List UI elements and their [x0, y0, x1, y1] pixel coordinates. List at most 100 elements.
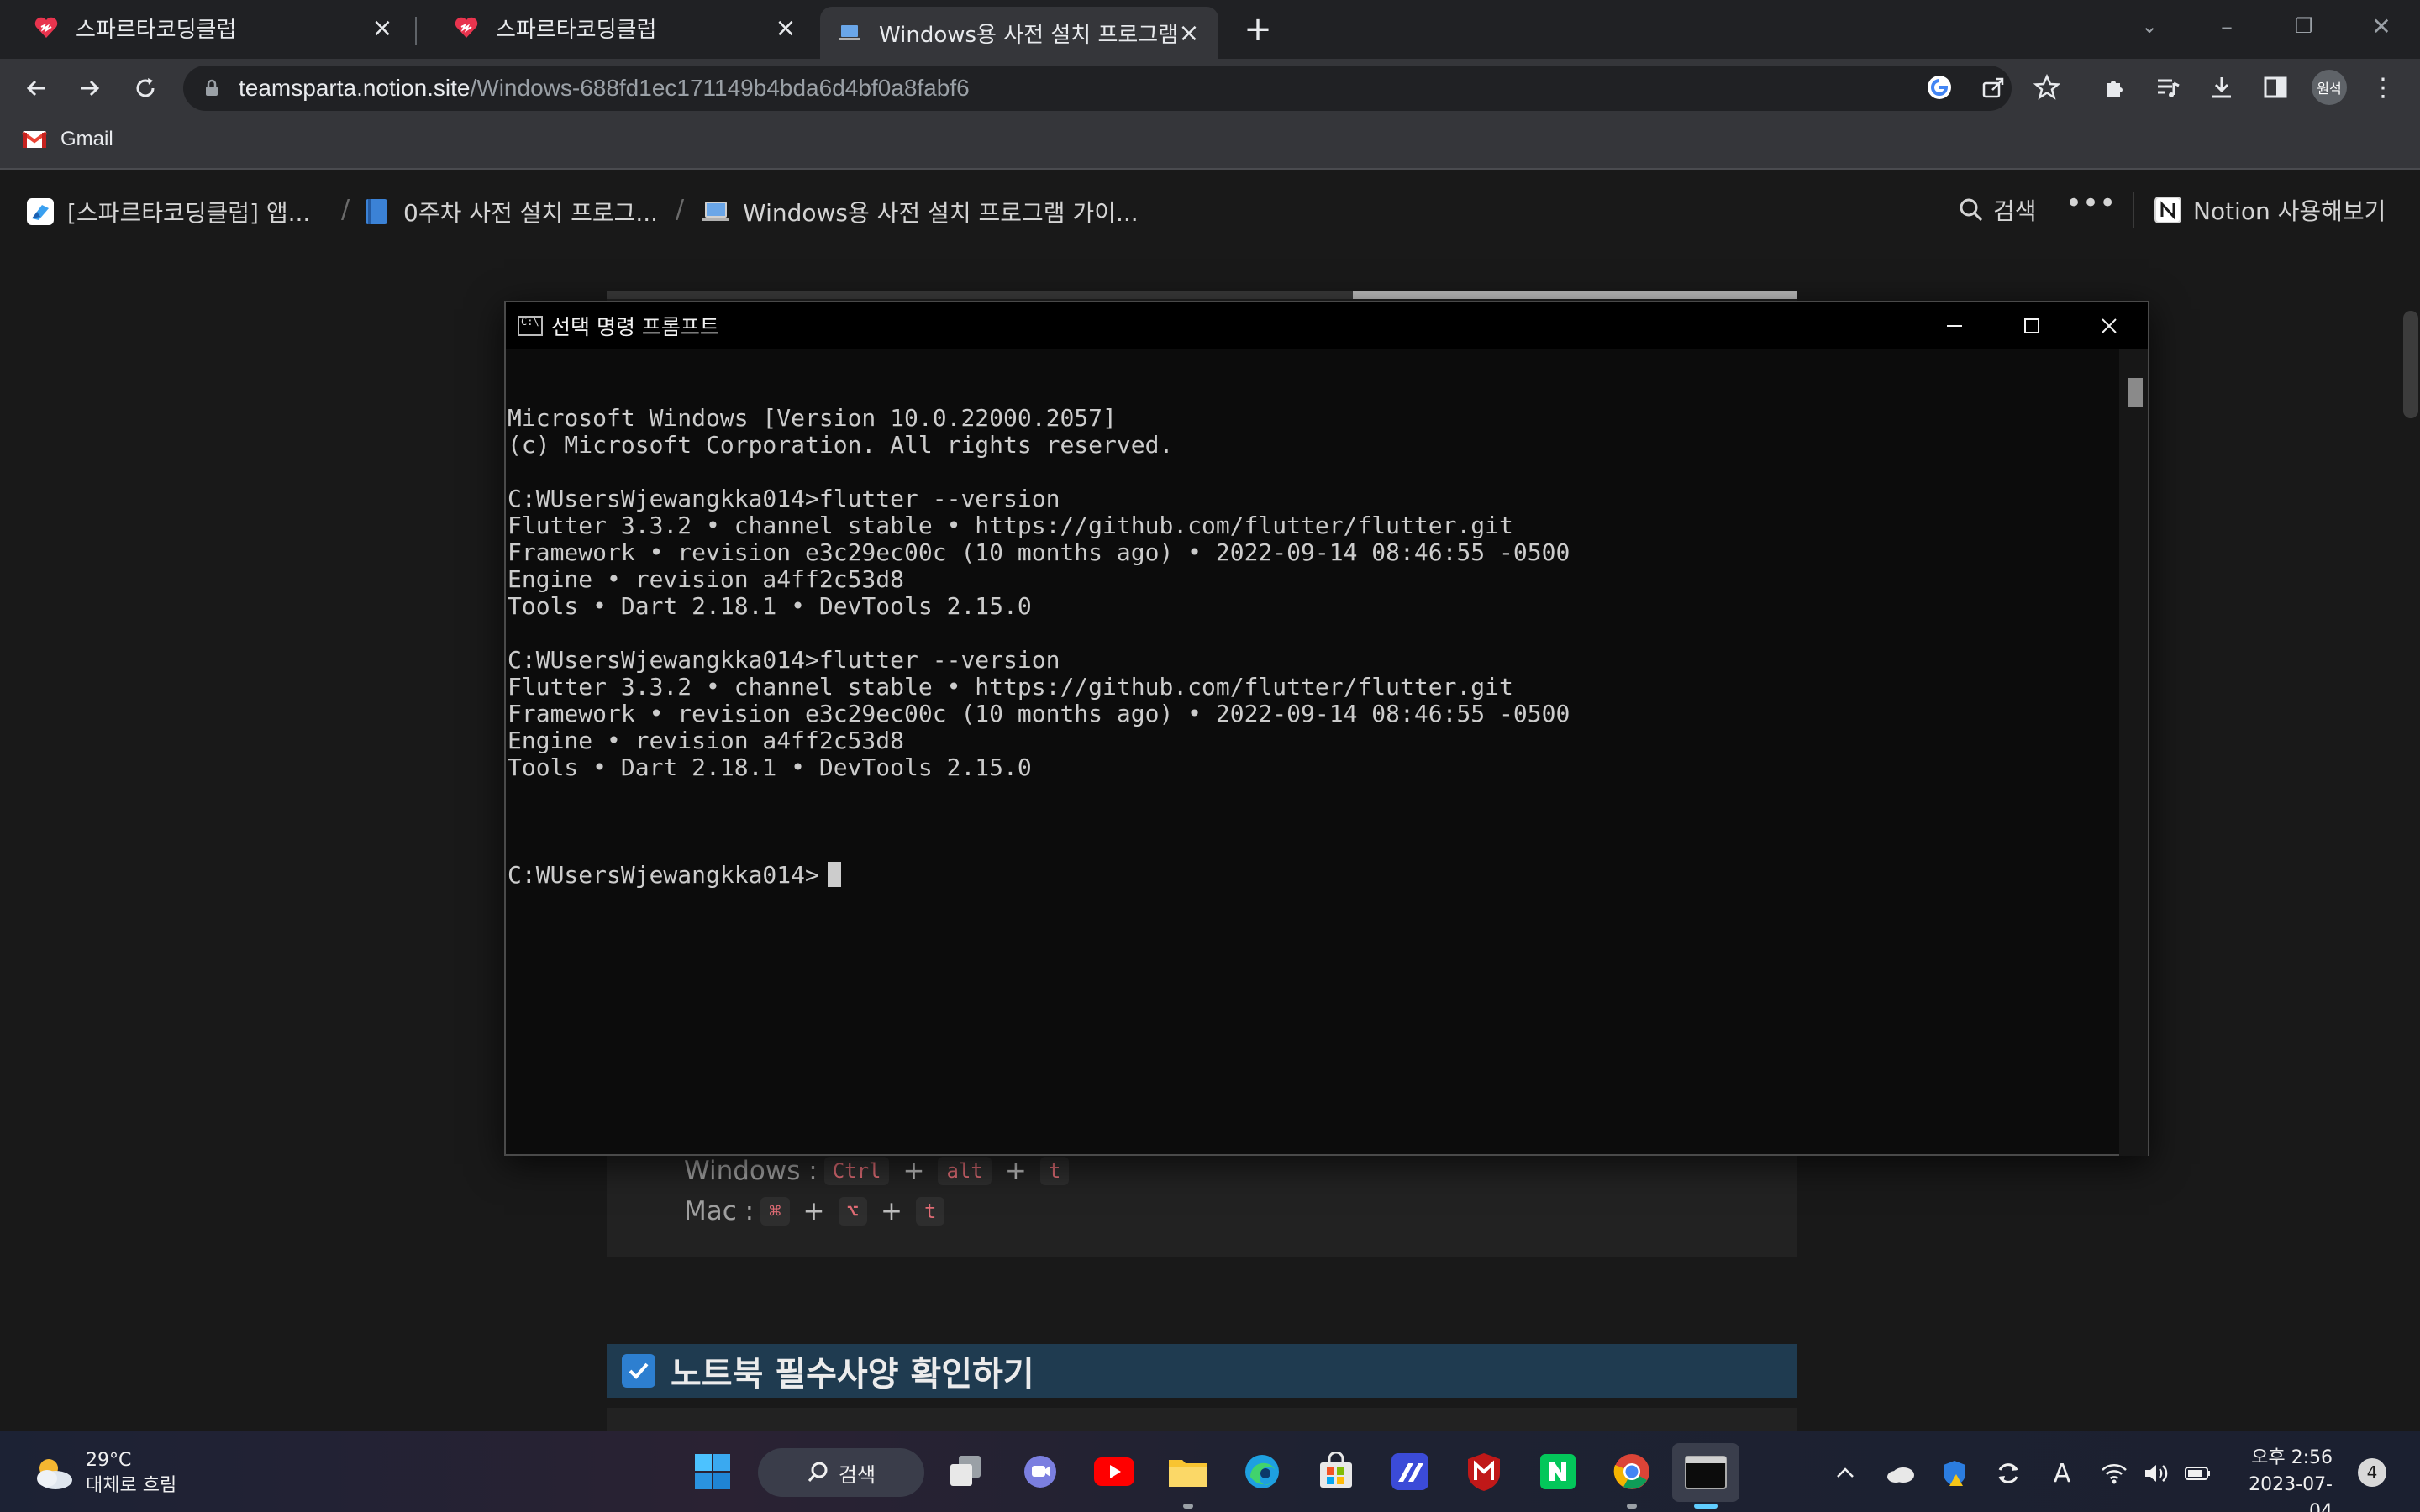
- battery-icon[interactable]: [2181, 1457, 2215, 1490]
- embedded-image-edge: [1353, 291, 1797, 299]
- close-window-button[interactable]: ✕: [2348, 0, 2415, 52]
- console-line: Flutter 3.3.2 • channel stable • https:/…: [508, 512, 1513, 539]
- tab-close-icon[interactable]: ×: [773, 13, 798, 43]
- minimize-window-button[interactable]: –: [2193, 0, 2260, 52]
- ime-indicator[interactable]: A: [2045, 1457, 2079, 1490]
- task-view-button[interactable]: [943, 1448, 990, 1495]
- mcafee-app-button[interactable]: [1460, 1448, 1507, 1495]
- topbar-divider: [2133, 192, 2134, 228]
- notification-badge[interactable]: 4: [2358, 1458, 2386, 1487]
- breadcrumb-separator: /: [341, 195, 350, 224]
- text-cursor: [827, 862, 841, 887]
- cmd-close-button[interactable]: [2070, 302, 2148, 349]
- arrow-right-icon: [81, 80, 100, 97]
- address-bar[interactable]: teamsparta.notion.site/Windows-688fd1ec1…: [183, 66, 2012, 111]
- tab-close-icon[interactable]: ×: [370, 13, 395, 43]
- chrome-menu-icon[interactable]: ⋮: [2365, 69, 2402, 106]
- cmd-titlebar[interactable]: C:\ 선택 명령 프롬프트: [506, 302, 2148, 349]
- cmd-scrollbar-thumb[interactable]: [2128, 378, 2143, 407]
- naver-app-button[interactable]: [1534, 1448, 1581, 1495]
- tab-sparta-1[interactable]: 스파르타코딩클럽 ×: [0, 0, 412, 55]
- file-explorer-button[interactable]: [1165, 1448, 1212, 1495]
- try-notion-button[interactable]: Notion 사용해보기: [2153, 193, 2386, 227]
- pen-app-button[interactable]: [1386, 1448, 1434, 1495]
- edge-app-button[interactable]: [1239, 1448, 1286, 1495]
- cmd-console-output[interactable]: Microsoft Windows [Version 10.0.22000.20…: [506, 349, 2119, 1156]
- cmd-minimize-button[interactable]: [1916, 302, 1993, 349]
- sync-tray-icon[interactable]: [1991, 1457, 2025, 1490]
- search-icon: [808, 1462, 828, 1482]
- reload-button[interactable]: [126, 69, 165, 108]
- cmd-scrollbar[interactable]: [2119, 349, 2148, 1156]
- security-tray-icon[interactable]: [1938, 1457, 1971, 1490]
- lock-icon: [206, 79, 218, 96]
- bookmarks-bar: Gmail: [0, 116, 2420, 170]
- bookmark-gmail[interactable]: Gmail: [22, 128, 113, 151]
- sparta-heart-icon: [455, 17, 478, 38]
- page-scrollbar[interactable]: [2403, 311, 2418, 418]
- breadcrumb-item-week0[interactable]: 0주차 사전 설치 프로그...: [361, 195, 658, 228]
- youtube-app-button[interactable]: [1091, 1448, 1138, 1495]
- forward-button[interactable]: [71, 69, 109, 108]
- key-alt: alt: [938, 1157, 992, 1185]
- share-icon[interactable]: [1975, 69, 2012, 106]
- start-button[interactable]: [689, 1448, 736, 1495]
- terminal-app-button[interactable]: [1672, 1443, 1739, 1502]
- console-line: Tools • Dart 2.18.1 • DevTools 2.15.0: [508, 753, 1032, 781]
- notion-search-button[interactable]: 검색: [1958, 193, 2037, 227]
- console-line: Engine • revision a4ff2c53d8: [508, 727, 905, 754]
- download-icon[interactable]: [2203, 69, 2240, 106]
- console-line: C:WUsersWjewangkka014>flutter --version: [508, 646, 1060, 674]
- plus-sign: +: [802, 1196, 825, 1226]
- tab-separator: [415, 17, 417, 45]
- breadcrumb-item-course[interactable]: [스파르타코딩클럽] 앱...: [25, 195, 310, 228]
- toggle-heading[interactable]: 노트북 필수사양 확인하기: [607, 1344, 1797, 1398]
- bookmark-star-icon[interactable]: [2028, 69, 2065, 106]
- shortcut-os-label: Windows :: [684, 1156, 818, 1186]
- close-icon: [2102, 318, 2117, 333]
- naver-icon: [1540, 1454, 1576, 1489]
- toggle-content: [607, 1408, 1797, 1433]
- weather-widget[interactable]: 29°C 대체로 흐림: [30, 1448, 176, 1499]
- shield-warning-icon: [1944, 1461, 1965, 1486]
- wifi-icon[interactable]: [2097, 1457, 2131, 1490]
- new-tab-button[interactable]: +: [1239, 10, 1277, 49]
- console-line: Engine • revision a4ff2c53d8: [508, 565, 905, 593]
- reading-list-icon[interactable]: [2149, 69, 2186, 106]
- show-hidden-icons-button[interactable]: [1828, 1457, 1862, 1490]
- cmd-title-text: 선택 명령 프롬프트: [551, 315, 719, 339]
- youtube-icon: [1094, 1457, 1134, 1486]
- profile-avatar[interactable]: 원석: [2311, 69, 2348, 106]
- cmd-maximize-button[interactable]: [1993, 302, 2070, 349]
- chrome-app-button[interactable]: [1608, 1448, 1655, 1495]
- taskbar-search[interactable]: 검색: [758, 1448, 924, 1497]
- more-options-icon[interactable]: •••: [2065, 186, 2116, 220]
- partly-cloudy-icon: [37, 1459, 72, 1489]
- tab-close-icon[interactable]: ×: [1176, 18, 1202, 48]
- tab-title: 스파르타코딩클럽: [496, 17, 657, 43]
- restore-window-button[interactable]: ❐: [2270, 0, 2338, 52]
- tab-search-chevron-icon[interactable]: ⌄: [2116, 0, 2183, 52]
- tab-windows-guide[interactable]: Windows용 사전 설치 프로그램 ×: [820, 7, 1218, 59]
- command-prompt-window[interactable]: C:\ 선택 명령 프롬프트 Microsoft Windows [Versio…: [504, 301, 2149, 1156]
- google-lens-icon[interactable]: [1921, 69, 1958, 106]
- chat-app-button[interactable]: [1017, 1448, 1064, 1495]
- sync-icon: [1998, 1463, 2018, 1483]
- extensions-puzzle-icon[interactable]: [2096, 69, 2133, 106]
- back-button[interactable]: [17, 69, 55, 108]
- tab-sparta-2[interactable]: 스파르타코딩클럽 ×: [420, 0, 815, 55]
- weather-desc: 대체로 흐림: [86, 1475, 177, 1496]
- key-option: ⌥: [838, 1197, 867, 1226]
- onedrive-tray-icon[interactable]: [1884, 1457, 1918, 1490]
- breadcrumb-label: Windows용 사전 설치 프로그램 가이...: [743, 199, 1139, 227]
- breadcrumb-item-windows-guide[interactable]: Windows용 사전 설치 프로그램 가이...: [701, 195, 1139, 228]
- running-indicator: [1627, 1504, 1637, 1509]
- console-line: Framework • revision e3c29ec00c (10 mont…: [508, 538, 1570, 566]
- store-app-button[interactable]: [1313, 1448, 1360, 1495]
- side-panel-icon[interactable]: [2257, 69, 2294, 106]
- volume-icon[interactable]: [2139, 1457, 2173, 1490]
- pen-tool-icon: [1392, 1453, 1428, 1490]
- sparta-logo-icon: [27, 198, 54, 225]
- search-label: 검색: [1993, 197, 2037, 225]
- system-clock[interactable]: 오후 2:56 2023-07-04: [2227, 1445, 2333, 1512]
